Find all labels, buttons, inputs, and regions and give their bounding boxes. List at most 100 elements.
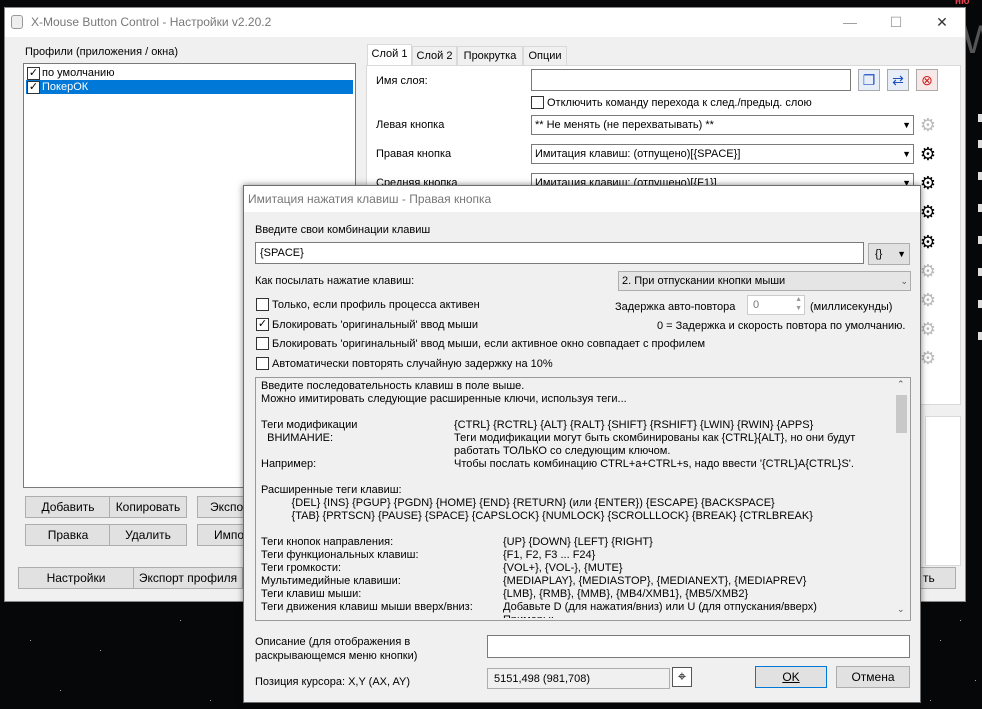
block-if-active-label: Блокировать 'оригинальный' ввод мыши, ес… (272, 338, 706, 350)
repeat-delay-spinner[interactable]: 0 ▲ ▼ (747, 295, 805, 315)
keys-input[interactable] (255, 242, 864, 264)
insert-tag-button[interactable]: {} ▼ (868, 243, 910, 265)
help-line (261, 471, 889, 484)
block-original-checkbox[interactable]: ✓ (256, 318, 269, 331)
add-profile-button[interactable]: Добавить (25, 496, 111, 518)
app-icon (11, 15, 23, 29)
auto-repeat-label: Автоматически повторять случайную задерж… (272, 358, 553, 370)
help-line-value: {LMB}, {RMB}, {MMB}, {MB4/XMB1}, {MB5/XM… (503, 588, 749, 600)
background-window-strip (978, 100, 982, 360)
gear-icon[interactable]: ⚙ (918, 290, 938, 310)
send-mode-value: 2. При отпускании кнопки мыши (622, 275, 786, 287)
profile-checkbox[interactable]: ✓ (27, 81, 40, 94)
help-line: Теги функциональных клавиш: {F1, F2, F3 .… (261, 549, 889, 562)
ok-button[interactable]: OK (755, 666, 827, 688)
tab-options[interactable]: Опции (523, 46, 567, 65)
description-input[interactable] (487, 635, 910, 658)
help-line (261, 523, 889, 536)
export-profile-button[interactable]: Экспорт профиля (133, 567, 243, 589)
help-line-label: Теги громкости: (261, 562, 342, 574)
dialog-title: Имитация нажатия клавиш - Правая кнопка (248, 192, 492, 206)
scroll-up-icon[interactable]: ⌃ (897, 379, 905, 390)
gear-icon[interactable]: ⚙ (918, 202, 938, 222)
help-line: {TAB} {PRTSCN} {PAUSE} {SPACE} {CAPSLOCK… (261, 510, 889, 523)
tab-panel-lower (925, 416, 961, 566)
scrollbar-thumb[interactable] (896, 395, 907, 433)
close-button[interactable]: ✕ (919, 8, 965, 37)
clear-layer-icon[interactable]: ⊗ (916, 69, 938, 91)
help-line: Теги движения клавиш мыши вверх/вниз: Доб… (261, 601, 889, 614)
right-button-select[interactable]: Имитация клавиш: (отпущено)[{SPACE}] ▼ (531, 144, 914, 164)
tab-bar: Слой 1 Слой 2 Прокрутка Опции (367, 44, 967, 65)
milliseconds-label: (миллисекунды) (810, 301, 893, 313)
chevron-down-icon: ▼ (902, 149, 911, 159)
gear-icon[interactable]: ⚙ (918, 144, 938, 164)
help-line: Мультимедийные клавиши: {MEDIAPLAY}, {MED… (261, 575, 889, 588)
tab-layer-2[interactable]: Слой 2 (412, 46, 457, 65)
chevron-down-icon: ▼ (897, 249, 906, 259)
right-edge-text: ню (955, 0, 970, 7)
help-line: Теги громкости: {VOL+}, {VOL-}, {MUTE} (261, 562, 889, 575)
chevron-down-icon: ⌄ (900, 276, 908, 286)
chevron-down-icon: ▼ (902, 120, 911, 130)
export-button[interactable]: Экспор (197, 496, 249, 518)
profile-label: по умолчанию (42, 67, 115, 79)
spin-down-icon[interactable]: ▼ (795, 305, 802, 312)
left-button-select[interactable]: ** Не менять (не перехватывать) ** ▼ (531, 115, 914, 135)
help-line-label: Можно имитировать следующие расширенные … (261, 393, 627, 405)
help-text: Введите последовательность клавиш в поле… (261, 380, 889, 618)
cancel-button[interactable]: Отмена (836, 666, 910, 688)
only-active-checkbox[interactable] (256, 298, 269, 311)
help-line-label: ВНИМАНИЕ: (261, 432, 334, 444)
disable-layer-switch-label: Отключить команду перехода к след./преды… (547, 97, 812, 109)
gear-icon[interactable]: ⚙ (918, 173, 938, 193)
profile-item-pokerok[interactable]: ✓ ПокерОК (26, 80, 353, 94)
profile-label: ПокерОК (42, 81, 89, 93)
help-line (261, 406, 889, 419)
send-mode-select[interactable]: 2. При отпускании кнопки мыши ⌄ (618, 271, 911, 291)
gear-icon[interactable]: ⚙ (918, 261, 938, 281)
settings-button[interactable]: Настройки (18, 567, 134, 589)
gear-icon[interactable]: ⚙ (918, 319, 938, 339)
copy-profile-button[interactable]: Копировать (109, 496, 187, 518)
description-label-1: Описание (для отображения в раскрывающем… (255, 636, 418, 662)
help-line: Примеры: (261, 614, 889, 618)
left-button-value: ** Не менять (не перехватывать) ** (535, 119, 714, 131)
cursor-position-value: 5151,498 (981,708) (494, 673, 591, 685)
help-scrollbar[interactable]: ⌃ ⌄ (893, 378, 910, 620)
gear-icon[interactable]: ⚙ (918, 348, 938, 368)
help-line-label: Например: (261, 458, 317, 470)
gear-icon[interactable]: ⚙ (918, 232, 938, 252)
help-line-value: Добавьте D (для нажатия/вниз) или U (для… (503, 601, 817, 613)
disable-layer-switch-checkbox[interactable] (531, 96, 544, 109)
help-line: {DEL} {INS} {PGUP} {PGDN} {HOME} {END} {… (261, 497, 889, 510)
auto-repeat-checkbox[interactable] (256, 357, 269, 370)
swap-layer-icon[interactable]: ⇄ (887, 69, 909, 91)
help-line: Теги кнопок направления: {UP} {DOWN} {LEF… (261, 536, 889, 549)
tab-layer-1[interactable]: Слой 1 (367, 44, 412, 65)
help-line-value: {VOL+}, {VOL-}, {MUTE} (503, 562, 623, 574)
help-line-value: {UP} {DOWN} {LEFT} {RIGHT} (503, 536, 653, 548)
profile-checkbox[interactable]: ✓ (27, 67, 40, 80)
edit-profile-button[interactable]: Правка (25, 524, 111, 546)
zero-delay-note: 0 = Задержка и скорость повтора по умолч… (657, 320, 906, 332)
help-text-box[interactable]: Введите последовательность клавиш в поле… (255, 377, 911, 621)
crosshair-icon[interactable]: ⌖ (672, 667, 692, 687)
spin-up-icon[interactable]: ▲ (795, 296, 802, 303)
tab-scroll[interactable]: Прокрутка (457, 46, 523, 65)
block-if-active-checkbox[interactable] (256, 337, 269, 350)
left-button-label: Левая кнопка (376, 119, 445, 131)
help-line-label: Теги движения клавиш мыши вверх/вниз: (261, 601, 473, 613)
delete-profile-button[interactable]: Удалить (109, 524, 187, 546)
copy-layer-icon[interactable]: ❐ (858, 69, 880, 91)
help-line: Можно имитировать следующие расширенные … (261, 393, 889, 406)
gear-icon[interactable]: ⚙ (918, 115, 938, 135)
import-button[interactable]: Импор (197, 524, 249, 546)
profile-item-default[interactable]: ✓ по умолчанию (26, 66, 353, 80)
main-title-bar: X-Mouse Button Control - Настройки v2.20… (5, 8, 965, 37)
minimize-button[interactable]: — (827, 8, 873, 37)
maximize-button[interactable]: ☐ (873, 8, 919, 37)
braces-label: {} (875, 248, 883, 260)
scroll-down-icon[interactable]: ⌄ (897, 604, 905, 615)
layer-name-input[interactable] (531, 69, 851, 91)
